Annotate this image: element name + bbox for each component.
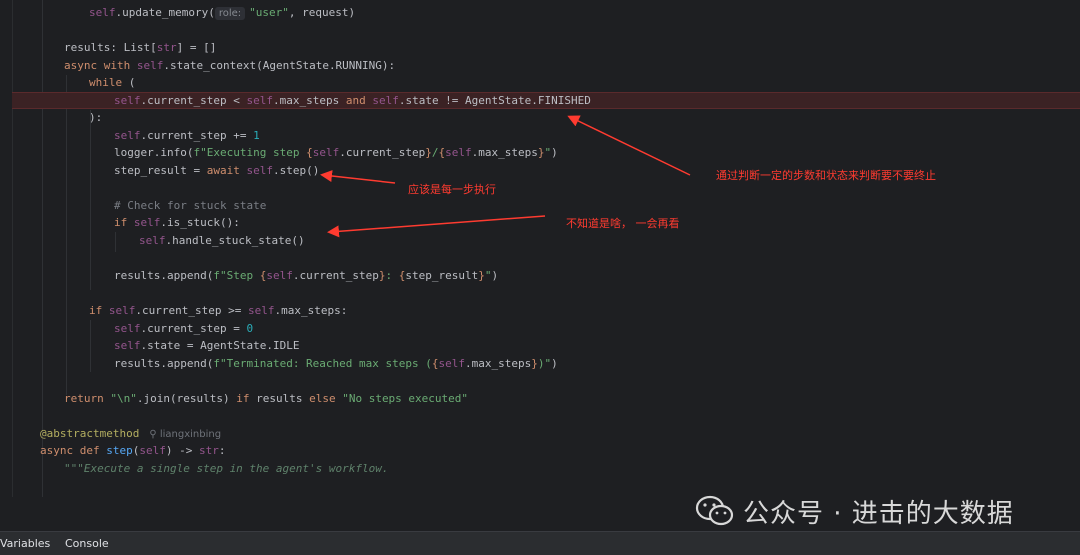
bottom-tool-bar: Variables Console	[0, 531, 1080, 555]
arrow-to-stuck	[327, 215, 546, 238]
wechat-icon	[695, 495, 734, 526]
watermark-text: 公众号 · 进击的大数据	[743, 498, 1014, 529]
annotation-arrows	[320, 115, 691, 238]
code-editor[interactable]: self.update_memory(role: "user", request)…	[0, 0, 1080, 497]
watermark: 公众号 · 进击的大数据	[695, 493, 1014, 529]
tab-console[interactable]: Console	[65, 537, 109, 550]
tab-variables[interactable]: Variables	[0, 537, 50, 550]
arrow-to-condition	[567, 115, 691, 176]
arrow-to-step	[320, 170, 396, 184]
